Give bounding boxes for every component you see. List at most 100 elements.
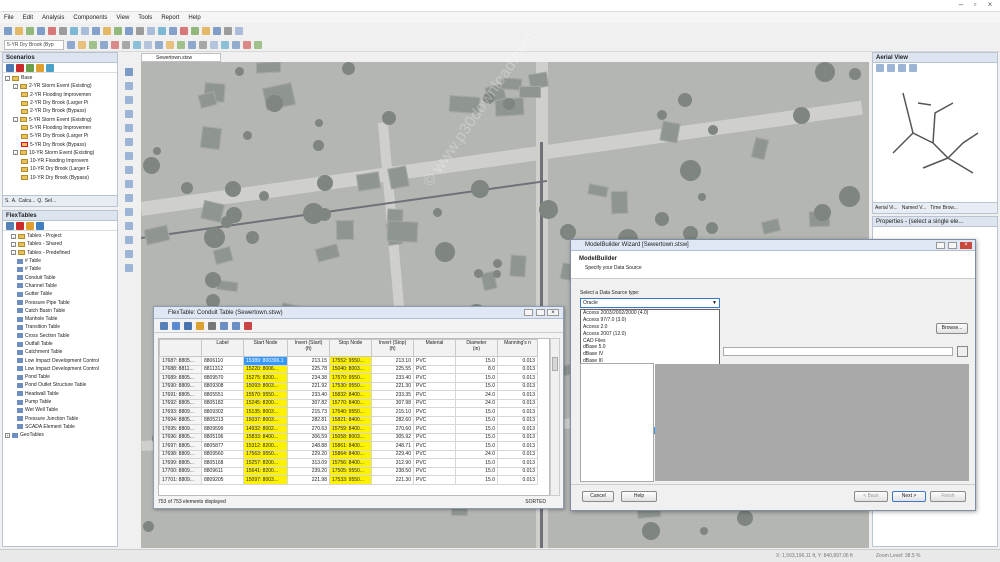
menu-analysis[interactable]: Analysis [42,15,64,21]
panel-tab[interactable]: Sel... [45,198,56,204]
table-cell[interactable]: 248.71 [371,441,414,451]
flextable-item[interactable]: # Table [5,265,115,273]
toolbar-button-icon[interactable] [125,27,133,35]
flextable-item[interactable]: Pond Outlet Structure Table [5,381,115,389]
table-cell[interactable]: 8809308 [201,381,244,391]
table-cell[interactable]: 15861: 8400... [329,441,372,451]
column-header[interactable]: Material [413,339,456,357]
flextable-item[interactable]: - Tables - Shared [5,240,115,248]
toolbar-button-icon[interactable] [114,27,122,35]
scenario-combo[interactable]: 5-YR Dry Brook (Byp [4,39,64,50]
table-cell[interactable]: 0.013 [497,441,538,451]
table-cell[interactable]: 17696: 8805... [159,432,202,442]
table-cell[interactable]: 8805551 [201,390,244,400]
table-cell[interactable]: 17693: 8809... [159,407,202,417]
table-cell[interactable]: 15097: 8003... [243,475,288,485]
finish-button[interactable]: Finish [930,491,966,502]
table-cell[interactable]: 15245: 8200... [243,398,288,408]
table-cell[interactable]: 305.92 [371,432,414,442]
toolbar-button-icon[interactable] [188,40,196,49]
table-cell[interactable]: PVC [413,373,456,383]
menu-edit[interactable]: Edit [23,15,33,21]
flextable-item[interactable]: Catch Basin Table [5,307,115,315]
dropdown-option[interactable]: dBase IV [581,351,719,358]
dropdown-option[interactable]: Access 2.0 [581,324,719,331]
table-cell[interactable]: 17692: 8805... [159,398,202,408]
scenario-item[interactable]: 10-YR Dry Brook (Bypass) [5,174,115,182]
menu-components[interactable]: Components [73,15,107,21]
scenario-item[interactable]: 5-YR Dry Brook (Larger Pi [5,132,115,140]
toolbar-button-icon[interactable] [111,40,119,49]
toolbar-button-icon[interactable] [224,27,232,35]
outfall-tool-icon[interactable] [125,124,133,132]
panel-tab[interactable]: Time Brow... [930,205,958,211]
browse-button[interactable]: Browse... [936,323,968,334]
toolbar-button-icon[interactable] [15,27,23,35]
table-row[interactable]: 17701: 8809... 8809205 15097: 8003... 221.9… [159,475,538,485]
minimize-icon[interactable] [524,309,533,316]
table-cell[interactable]: 270.60 [371,424,414,434]
headwall-tool-icon[interactable] [125,208,133,216]
delete-icon[interactable] [16,64,24,72]
scenario-item[interactable]: - 2-YR Storm Event (Existing) [5,82,115,90]
pump-tool-icon[interactable] [125,166,133,174]
table-cell[interactable]: PVC [413,466,456,476]
table-cell[interactable]: 306.59 [287,432,330,442]
table-row[interactable]: 17690: 8809... 8809308 15093: 8003... 221.9… [159,381,538,391]
table-row[interactable]: 17691: 8805... 8805551 15570: 9550... 233.4… [159,390,538,400]
help-button[interactable]: Help [621,491,657,502]
table-cell[interactable]: 17699: 8805... [159,458,202,468]
table-cell[interactable]: 8805196 [201,432,244,442]
menu-help[interactable]: Help [188,15,200,21]
table-cell[interactable]: PVC [413,356,456,366]
toolbar-button-icon[interactable] [67,40,75,49]
menu-file[interactable]: File [4,15,14,21]
table-cell[interactable]: 15.0 [455,373,498,383]
cancel-button[interactable]: Cancel [582,491,614,502]
table-cell[interactable]: 8806110 [201,356,244,366]
table-cell[interactable]: 307.82 [287,398,330,408]
flextable-item[interactable]: Headwall Table [5,390,115,398]
select-tool-icon[interactable] [125,68,133,76]
flextable-item[interactable]: + GeoTables [5,431,115,439]
table-row[interactable]: 17689: 8805... 8809570 15275: 8200... 234.3… [159,373,538,383]
table-cell[interactable]: 15093: 8003... [243,381,288,391]
table-cell[interactable]: PVC [413,458,456,468]
table-cell[interactable]: 17694: 8805... [159,415,202,425]
channel-tool-icon[interactable] [125,236,133,244]
toolbar-button-icon[interactable] [26,27,34,35]
table-cell[interactable]: 17697: 8805... [159,441,202,451]
table-cell[interactable]: 307.98 [371,398,414,408]
scenario-item[interactable]: 5-YR Flooding Improvemen [5,124,115,132]
catch-basin-tool-icon[interactable] [125,110,133,118]
copy-icon[interactable] [172,321,180,330]
new-table-icon[interactable] [6,222,14,230]
table-cell[interactable]: PVC [413,364,456,374]
table-cell[interactable]: 17552: 9550... [329,356,372,366]
table-cell[interactable]: 24.0 [455,390,498,400]
flextable-item[interactable]: Pressure Pipe Table [5,298,115,306]
scenario-item[interactable]: 5-YR Dry Brook (Bypass) [5,140,115,148]
table-cell[interactable]: 15833: 8400... [243,432,288,442]
table-row[interactable]: 17699: 8805... 8805168 15257: 8200... 313.0… [159,458,538,468]
column-header[interactable]: Start Node [243,339,288,357]
pick-button[interactable] [957,346,968,357]
collapse-icon[interactable]: - [13,83,18,89]
table-cell[interactable]: PVC [413,415,456,425]
toolbar-button-icon[interactable] [147,27,155,35]
menu-report[interactable]: Report [161,15,179,21]
toolbar-button-icon[interactable] [122,40,130,49]
toolbar-button-icon[interactable] [177,40,185,49]
toolbar-button-icon[interactable] [136,27,144,35]
table-cell[interactable]: 15821: 8400... [329,415,372,425]
flextable-item[interactable]: - Tables - Predefined [5,249,115,257]
table-cell[interactable]: 229.40 [371,449,414,459]
table-cell[interactable]: 15.0 [455,475,498,485]
close-icon[interactable]: × [547,309,559,316]
table-row[interactable]: 17697: 8805... 8805877 15312: 8200... 248.8… [159,441,538,451]
toolbar-button-icon[interactable] [213,27,221,35]
panel-tab[interactable]: Aerial Vi... [875,205,898,211]
vertical-scrollbar[interactable] [550,338,560,496]
pan-icon[interactable] [898,64,906,72]
toolbar-button-icon[interactable] [199,40,207,49]
